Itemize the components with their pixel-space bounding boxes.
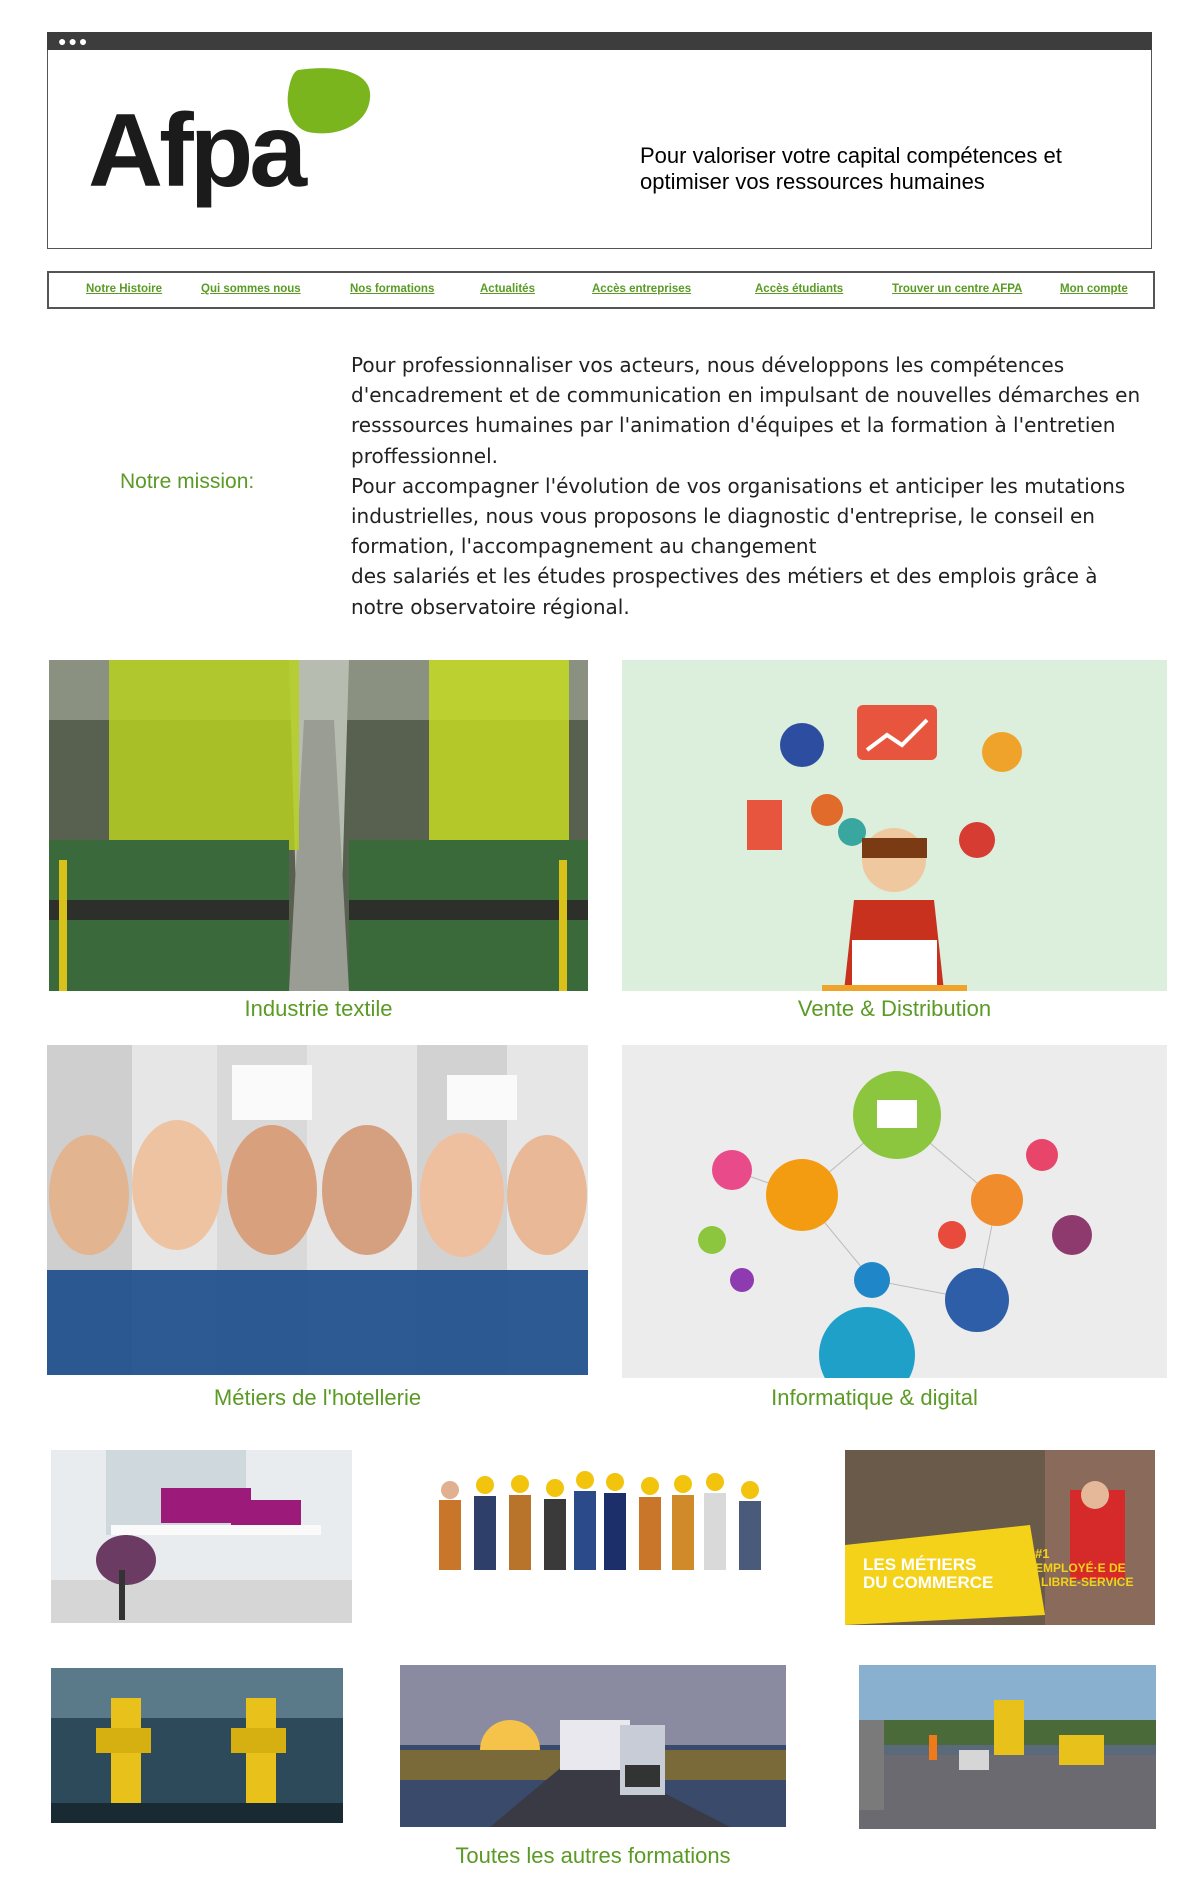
- workers-group-image[interactable]: [425, 1460, 785, 1615]
- nav-acces-etudiants[interactable]: Accès étudiants: [755, 283, 843, 295]
- nav-qui-sommes-nous[interactable]: Qui sommes nous: [201, 283, 301, 295]
- browser-titlebar: [47, 32, 1152, 50]
- nav-acces-entreprises[interactable]: Accès entreprises: [592, 283, 691, 295]
- commerce-banner-job1: EMPLOYÉ·E DE: [1035, 1560, 1126, 1575]
- tile-caption-textile[interactable]: Industrie textile: [49, 996, 588, 1022]
- industrial-robots-image[interactable]: [51, 1668, 343, 1823]
- commerce-banner-line2: DU COMMERCE: [863, 1573, 993, 1592]
- nav-trouver-centre[interactable]: Trouver un centre AFPA: [892, 283, 1022, 295]
- nav-actualites[interactable]: Actualités: [480, 283, 535, 295]
- window-dots-icon: ●●●: [58, 33, 90, 49]
- truck-sunset-image[interactable]: [400, 1665, 786, 1827]
- mission-line: proffessionnel.: [351, 443, 499, 468]
- nav-notre-histoire[interactable]: Notre Histoire: [86, 283, 162, 295]
- nav-mon-compte[interactable]: Mon compte: [1060, 283, 1128, 295]
- sales-illustration-image[interactable]: [622, 660, 1167, 991]
- mission-line: industrielles, nous vous proposons le di…: [351, 504, 1095, 529]
- commerce-banner-line1: LES MÉTIERS: [863, 1555, 976, 1574]
- mission-line: notre observatoire régional.: [351, 594, 630, 619]
- tagline-line-2: optimiser vos ressources humaines: [640, 169, 985, 194]
- main-nav: Notre Histoire Qui sommes nous Nos forma…: [47, 271, 1155, 309]
- tile-caption-informatique[interactable]: Informatique & digital: [622, 1385, 1167, 1411]
- all-trainings-link[interactable]: Toutes les autres formations: [400, 1843, 786, 1869]
- textile-factory-image[interactable]: [49, 660, 588, 991]
- afpa-logo[interactable]: Afpa: [88, 66, 378, 216]
- tile-caption-vente[interactable]: Vente & Distribution: [622, 996, 1167, 1022]
- mission-line: Pour professionnaliser vos acteurs, nous…: [351, 353, 1065, 377]
- mission-label: Notre mission:: [120, 470, 255, 493]
- mission-line: Pour accompagner l'évolution de vos orga…: [351, 473, 1126, 498]
- logo-text: Afpa: [88, 93, 308, 209]
- commerce-banner-job2: LIBRE-SERVICE: [1041, 1575, 1133, 1589]
- mission-line: d'encadrement et de communication en imp…: [351, 383, 1141, 408]
- mission-text: Pour professionnaliser vos acteurs, nous…: [351, 350, 1151, 622]
- mission-line: des salariés et les études prospectives …: [351, 564, 1098, 589]
- tile-caption-hotellerie[interactable]: Métiers de l'hotellerie: [47, 1385, 588, 1411]
- header-tagline: Pour valoriser votre capital compétences…: [640, 143, 1120, 195]
- commerce-banner-image[interactable]: LES MÉTIERS DU COMMERCE #1 EMPLOYÉ·E DE …: [845, 1450, 1155, 1625]
- tagline-line-1: Pour valoriser votre capital compétences…: [640, 143, 1062, 168]
- nav-nos-formations[interactable]: Nos formations: [350, 283, 434, 295]
- office-desks-image[interactable]: [51, 1450, 352, 1623]
- mission-line: formation, l'accompagnement au changemen…: [351, 534, 817, 559]
- road-works-image[interactable]: [859, 1665, 1156, 1829]
- hospitality-staff-image[interactable]: [47, 1045, 588, 1375]
- commerce-banner-badge: #1: [1035, 1546, 1049, 1561]
- digital-network-image[interactable]: [622, 1045, 1167, 1378]
- mission-line: resssources humaines par l'animation d'é…: [351, 413, 1116, 438]
